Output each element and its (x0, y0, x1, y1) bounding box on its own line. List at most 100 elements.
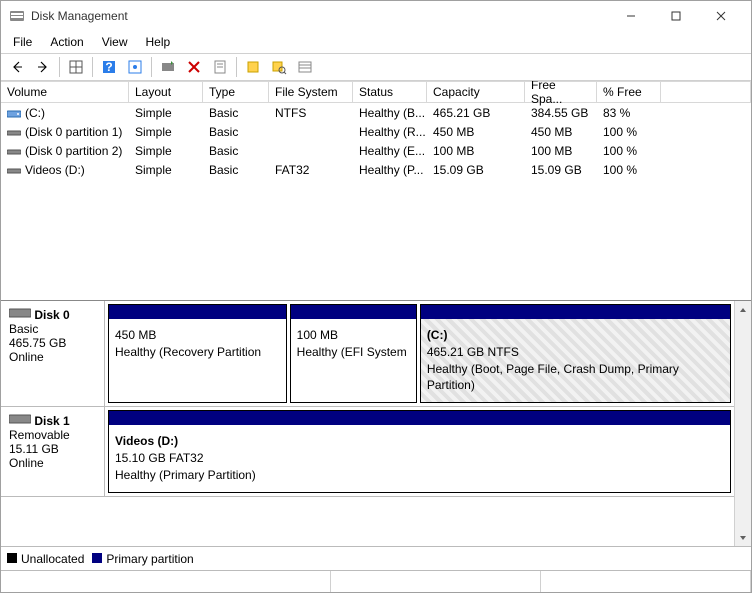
partition-body: (C:)465.21 GB NTFSHealthy (Boot, Page Fi… (421, 319, 730, 402)
title-bar: Disk Management (1, 1, 751, 31)
disk-partitions: 450 MB Healthy (Recovery Partition 100 MB H… (105, 301, 734, 406)
disk-rows: Disk 0Basic465.75 GBOnline 450 MB Healthy … (1, 301, 734, 546)
volume-free: 100 MB (525, 144, 597, 158)
disk-partitions: Videos (D:) 15.10 GB FAT32 Healthy (Primar… (105, 407, 734, 495)
volume-icon (7, 127, 21, 137)
properties-button[interactable] (208, 55, 232, 79)
col-type[interactable]: Type (203, 81, 269, 103)
delete-button[interactable] (182, 55, 206, 79)
col-capacity[interactable]: Capacity (427, 81, 525, 103)
scroll-down-icon[interactable] (735, 529, 751, 546)
partition-size: 15.10 GB FAT32 (115, 451, 204, 465)
volume-pct: 100 % (597, 144, 661, 158)
partition-size: 450 MB (115, 328, 156, 342)
partition-header (109, 411, 730, 425)
disk-row: Disk 1Removable15.11 GBOnlineVideos (D:)… (1, 407, 734, 496)
maximize-button[interactable] (653, 2, 698, 30)
col-free[interactable]: Free Spa... (525, 81, 597, 103)
volume-list-header: Volume Layout Type File System Status Ca… (1, 81, 751, 103)
disk-label[interactable]: Disk 1Removable15.11 GBOnline (1, 407, 105, 495)
volume-type: Basic (203, 125, 269, 139)
disk-label[interactable]: Disk 0Basic465.75 GBOnline (1, 301, 105, 406)
volume-list: Volume Layout Type File System Status Ca… (1, 81, 751, 301)
settings-button[interactable] (123, 55, 147, 79)
volume-row[interactable]: Videos (D:)SimpleBasicFAT32Healthy (P...… (1, 160, 751, 179)
search-button[interactable] (267, 55, 291, 79)
volume-row[interactable]: (Disk 0 partition 2) SimpleBasic Healthy (… (1, 141, 751, 160)
menu-action[interactable]: Action (42, 33, 91, 51)
disk-icon (9, 307, 31, 319)
back-button[interactable] (5, 55, 29, 79)
col-status[interactable]: Status (353, 81, 427, 103)
menu-view[interactable]: View (94, 33, 136, 51)
volume-fs: FAT32 (269, 163, 353, 177)
toolbar: ? (1, 53, 751, 81)
volume-layout: Simple (129, 144, 203, 158)
disk-type: Removable (9, 428, 96, 442)
minimize-button[interactable] (608, 2, 653, 30)
new-button[interactable] (241, 55, 265, 79)
partition[interactable]: 450 MB Healthy (Recovery Partition (108, 304, 287, 403)
scrollbar[interactable] (734, 301, 751, 546)
unallocated-swatch (7, 553, 17, 563)
menu-file[interactable]: File (5, 33, 40, 51)
volume-free: 450 MB (525, 125, 597, 139)
help-button[interactable]: ? (97, 55, 121, 79)
volume-row[interactable]: (C:)SimpleBasicNTFSHealthy (B...465.21 G… (1, 103, 751, 122)
volume-layout: Simple (129, 106, 203, 120)
partition-status: Healthy (Recovery Partition (115, 345, 261, 359)
partition-body: 450 MB Healthy (Recovery Partition (109, 319, 286, 369)
close-button[interactable] (698, 2, 743, 30)
menu-bar: File Action View Help (1, 31, 751, 53)
toolbar-separator (59, 57, 60, 77)
partition-size: 100 MB (297, 328, 338, 342)
disk-size: 465.75 GB (9, 336, 96, 350)
volume-status: Healthy (P... (353, 163, 427, 177)
col-fs[interactable]: File System (269, 81, 353, 103)
col-volume[interactable]: Volume (1, 81, 129, 103)
scroll-up-icon[interactable] (735, 301, 751, 318)
volume-fs: NTFS (269, 106, 353, 120)
disk-type: Basic (9, 322, 96, 336)
partition-title: Videos (D:) (115, 434, 178, 448)
volume-free: 15.09 GB (525, 163, 597, 177)
partition-header (421, 305, 730, 319)
volume-pct: 83 % (597, 106, 661, 120)
partition-body: Videos (D:) 15.10 GB FAT32 Healthy (Primar… (109, 425, 730, 491)
volume-type: Basic (203, 144, 269, 158)
volume-capacity: 15.09 GB (427, 163, 525, 177)
volume-status: Healthy (E... (353, 144, 427, 158)
partition[interactable]: Videos (D:) 15.10 GB FAT32 Healthy (Primar… (108, 410, 731, 492)
volume-pct: 100 % (597, 163, 661, 177)
partition[interactable]: (C:)465.21 GB NTFSHealthy (Boot, Page Fi… (420, 304, 731, 403)
disk-name: Disk 0 (34, 308, 69, 322)
col-layout[interactable]: Layout (129, 81, 203, 103)
col-extra[interactable] (661, 81, 751, 103)
volume-name: (Disk 0 partition 2) (25, 144, 122, 158)
volume-status: Healthy (R... (353, 125, 427, 139)
panes-button[interactable] (64, 55, 88, 79)
app-icon (9, 8, 25, 24)
toolbar-separator (236, 57, 237, 77)
status-bar (1, 570, 751, 592)
disk-icon (9, 413, 31, 425)
forward-button[interactable] (31, 55, 55, 79)
partition[interactable]: 100 MB Healthy (EFI System (290, 304, 417, 403)
disk-row: Disk 0Basic465.75 GBOnline 450 MB Healthy … (1, 301, 734, 407)
partition-status: Healthy (Primary Partition) (115, 468, 256, 482)
refresh-button[interactable] (156, 55, 180, 79)
volume-name: (C:) (25, 106, 45, 120)
volume-name: Videos (D:) (25, 163, 85, 177)
col-pct[interactable]: % Free (597, 81, 661, 103)
menu-help[interactable]: Help (138, 33, 179, 51)
volume-layout: Simple (129, 125, 203, 139)
volume-row[interactable]: (Disk 0 partition 1)SimpleBasicHealthy (… (1, 122, 751, 141)
window-title: Disk Management (31, 9, 608, 23)
volume-free: 384.55 GB (525, 106, 597, 120)
partition-size: 465.21 GB NTFS (427, 345, 519, 359)
disk-state: Online (9, 350, 96, 364)
disk-map: Disk 0Basic465.75 GBOnline 450 MB Healthy … (1, 301, 751, 570)
partition-status: Healthy (EFI System (297, 345, 407, 359)
partition-status: Healthy (Boot, Page File, Crash Dump, Pr… (427, 362, 679, 393)
list-button[interactable] (293, 55, 317, 79)
